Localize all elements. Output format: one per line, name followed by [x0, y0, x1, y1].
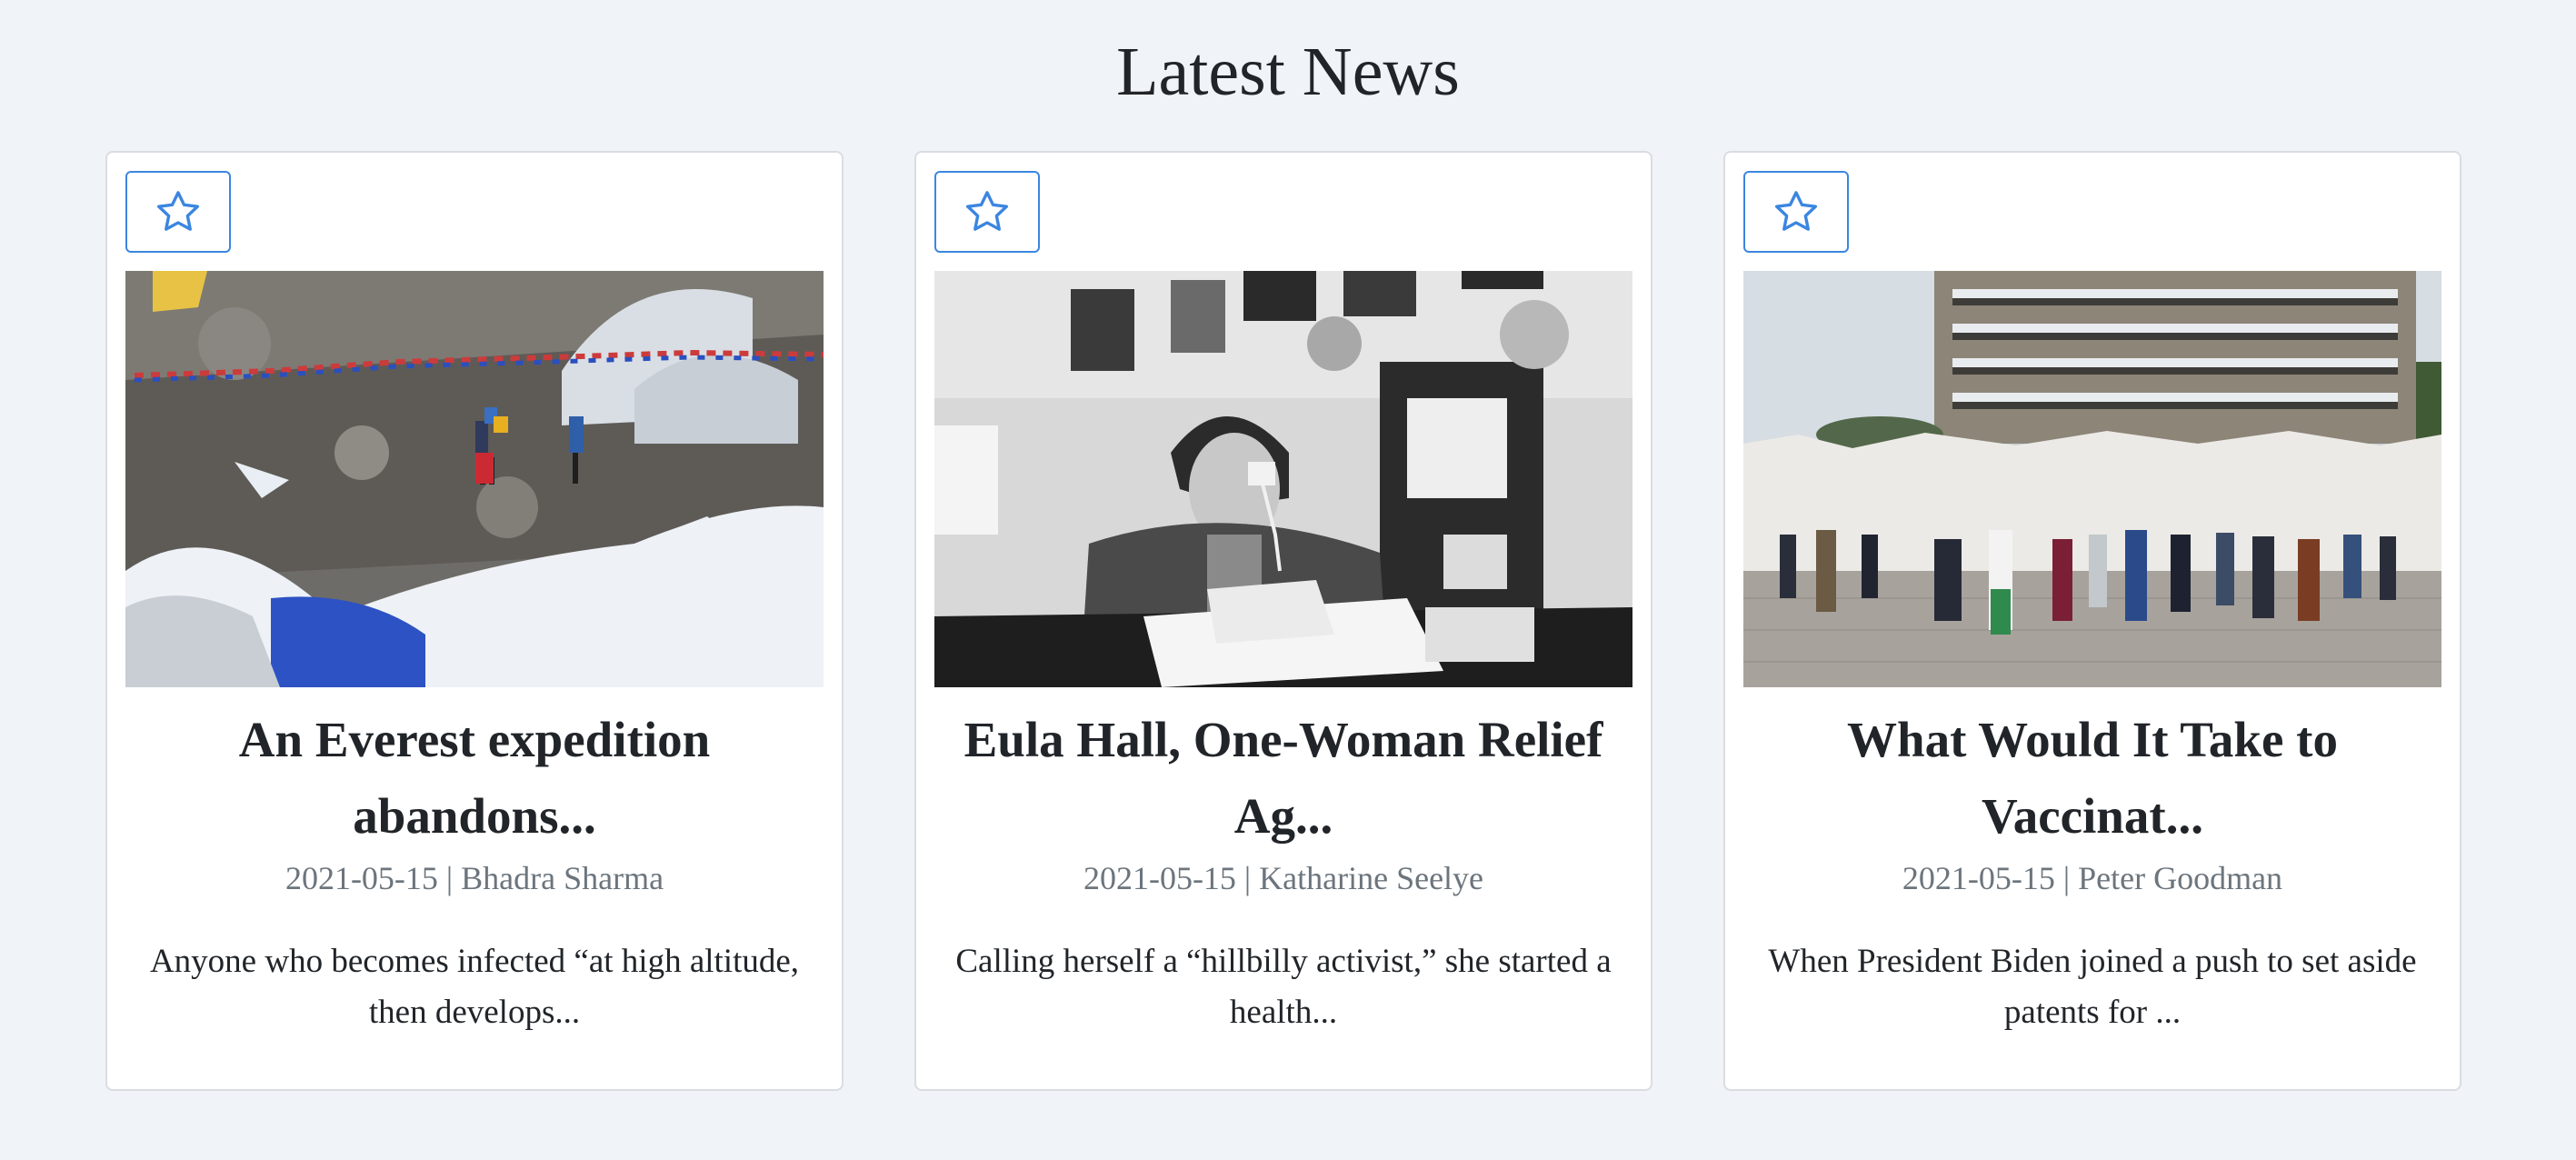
- everest-base-camp-photo[interactable]: [125, 271, 824, 687]
- star-outline-icon: [963, 187, 1012, 236]
- page-title: Latest News: [1116, 34, 1460, 110]
- article-headline[interactable]: Eula Hall, One-Woman Relief Ag...: [934, 702, 1632, 855]
- favorite-button[interactable]: [934, 171, 1040, 253]
- vaccination-queue-photo[interactable]: [1743, 271, 2441, 687]
- article-summary: Anyone who becomes infected “at high alt…: [149, 943, 800, 1031]
- article-meta: 2021-05-15 | Katharine Seelye: [1083, 860, 1484, 896]
- article-summary: When President Biden joined a push to se…: [1768, 943, 2417, 1031]
- article-meta: 2021-05-15 | Peter Goodman: [1902, 860, 2283, 896]
- star-outline-icon: [154, 187, 203, 236]
- news-card: An Everest expedition abandons... 2021-0…: [105, 151, 844, 1091]
- favorite-button[interactable]: [125, 171, 231, 253]
- article-meta: 2021-05-15 | Bhadra Sharma: [285, 860, 664, 896]
- star-outline-icon: [1772, 187, 1821, 236]
- article-headline[interactable]: An Everest expedition abandons...: [125, 702, 824, 855]
- news-card: What Would It Take to Vaccinat... 2021-0…: [1723, 151, 2461, 1091]
- article-headline[interactable]: What Would It Take to Vaccinat...: [1743, 702, 2441, 855]
- news-card-list: An Everest expedition abandons... 2021-0…: [105, 151, 2461, 1091]
- article-summary: Calling herself a “hillbilly activist,” …: [955, 943, 1612, 1031]
- favorite-button[interactable]: [1743, 171, 1849, 253]
- news-card: Eula Hall, One-Woman Relief Ag... 2021-0…: [914, 151, 1652, 1091]
- woman-on-telephone-photo[interactable]: [934, 271, 1632, 687]
